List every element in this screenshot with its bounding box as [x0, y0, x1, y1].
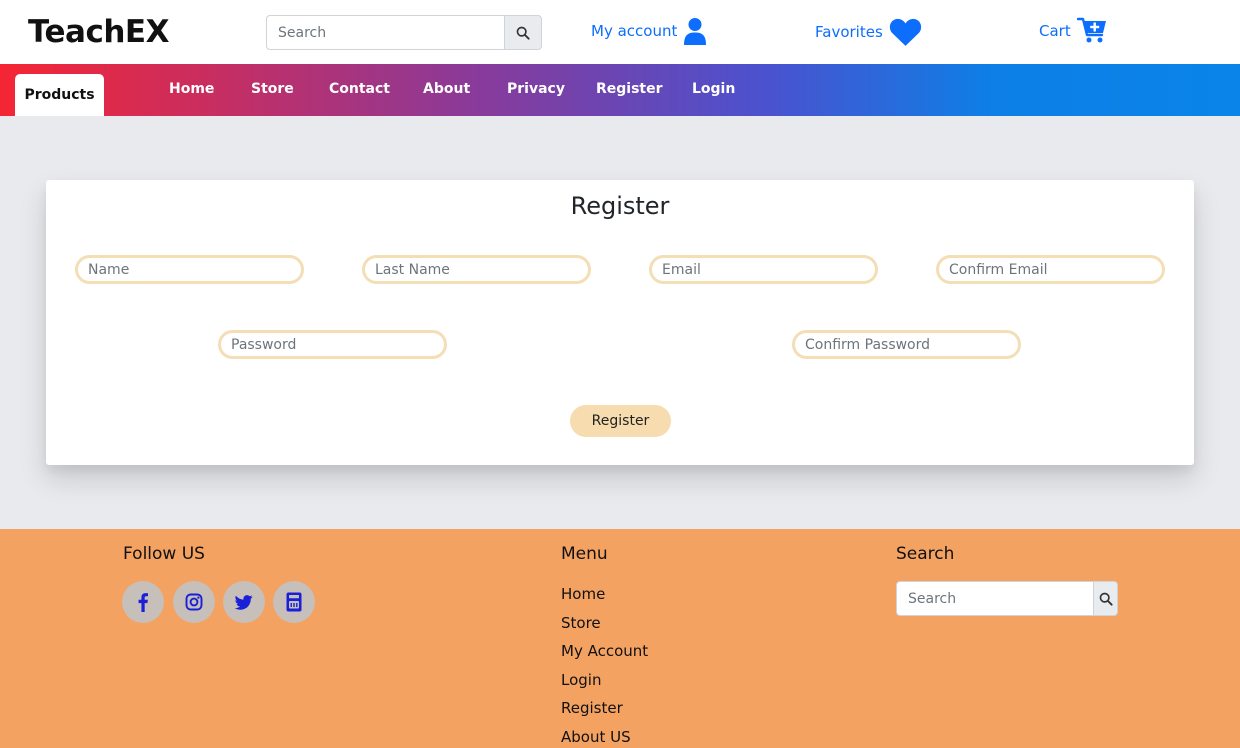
heart-icon	[889, 18, 921, 46]
cart-plus-icon	[1076, 17, 1106, 43]
twitter-icon	[235, 594, 253, 610]
footer-search-input[interactable]	[896, 581, 1093, 616]
nav-link-register[interactable]: Register	[596, 81, 663, 97]
register-card: Register Register	[46, 180, 1194, 465]
confirm-email-field[interactable]	[936, 255, 1165, 284]
youtube-icon	[286, 592, 302, 612]
footer-link-store[interactable]: Store	[561, 612, 648, 641]
facebook-icon	[138, 593, 148, 612]
last-name-field[interactable]	[362, 255, 591, 284]
header-search-button[interactable]	[504, 15, 542, 50]
name-field[interactable]	[75, 255, 304, 284]
follow-us-heading: Follow US	[123, 544, 205, 564]
nav-tab-products[interactable]: Products	[15, 74, 104, 116]
main-nav: Products Home Store Contact About Privac…	[0, 64, 1240, 116]
register-title: Register	[570, 192, 670, 220]
password-field[interactable]	[218, 330, 447, 359]
email-field[interactable]	[649, 255, 878, 284]
nav-link-privacy[interactable]: Privacy	[507, 81, 565, 97]
header-search-input[interactable]	[266, 15, 504, 50]
search-icon	[1099, 592, 1113, 606]
footer-link-home[interactable]: Home	[561, 583, 648, 612]
site-logo[interactable]: TeachEX	[28, 14, 170, 50]
top-header: TeachEX My account Favorites Cart	[0, 0, 1240, 64]
instagram-button[interactable]	[173, 581, 215, 623]
footer-search-button[interactable]	[1093, 581, 1118, 616]
nav-link-home[interactable]: Home	[169, 81, 214, 97]
register-submit-button[interactable]: Register	[570, 405, 671, 437]
facebook-button[interactable]	[122, 581, 164, 623]
footer-link-about-us[interactable]: About US	[561, 726, 648, 748]
nav-link-store[interactable]: Store	[251, 81, 294, 97]
my-account-link[interactable]: My account	[591, 17, 707, 45]
footer-search-group	[896, 581, 1118, 616]
instagram-icon	[185, 593, 203, 611]
footer-link-login[interactable]: Login	[561, 669, 648, 698]
site-footer: Follow US Menu Home Store My Account Log…	[0, 529, 1240, 748]
footer-link-my-account[interactable]: My Account	[561, 640, 648, 669]
menu-heading: Menu	[561, 544, 608, 564]
cart-link[interactable]: Cart	[1039, 17, 1107, 44]
header-search-group	[266, 15, 542, 50]
search-heading: Search	[896, 544, 955, 564]
nav-link-login[interactable]: Login	[692, 81, 735, 97]
search-icon	[516, 26, 530, 40]
my-account-label: My account	[591, 22, 678, 40]
confirm-password-field[interactable]	[792, 330, 1021, 359]
favorites-label: Favorites	[815, 23, 883, 41]
nav-link-contact[interactable]: Contact	[329, 81, 390, 97]
footer-menu: Home Store My Account Login Register Abo…	[561, 583, 648, 748]
youtube-button[interactable]	[273, 581, 315, 623]
cart-label: Cart	[1039, 21, 1071, 40]
nav-link-about[interactable]: About	[423, 81, 470, 97]
twitter-button[interactable]	[223, 581, 265, 623]
user-icon	[684, 18, 707, 45]
footer-link-register[interactable]: Register	[561, 697, 648, 726]
favorites-link[interactable]: Favorites	[815, 17, 922, 47]
